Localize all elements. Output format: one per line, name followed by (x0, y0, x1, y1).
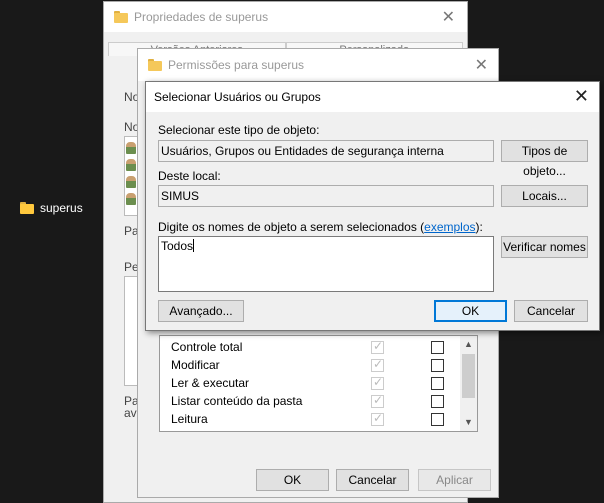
permissions-title: Permissões para superus (168, 58, 305, 72)
props-users-list[interactable] (124, 136, 138, 216)
select-users-dialog: Selecionar Usuários ou Grupos ✕ Selecion… (145, 81, 600, 331)
ok-button[interactable]: OK (256, 469, 329, 491)
permission-name: Modificar (171, 358, 220, 372)
location-label: Deste local: (158, 169, 221, 183)
permissions-titlebar[interactable]: Permissões para superus (138, 49, 498, 81)
allow-checkbox[interactable] (371, 429, 384, 431)
location-field: SIMUS (158, 185, 494, 207)
allow-checkbox[interactable] (371, 375, 384, 390)
close-icon[interactable]: ✕ (475, 55, 488, 75)
user-icon (126, 142, 136, 154)
locations-button[interactable]: Locais... (501, 185, 588, 207)
permission-row: Controle total (160, 338, 462, 356)
folder-icon (114, 11, 128, 23)
permissions-scrollbar[interactable]: ▲ ▼ (460, 336, 477, 431)
names-label: Digite os nomes de objeto a serem seleci… (158, 220, 483, 234)
permission-name: Ler & executar (171, 376, 250, 390)
ok-button[interactable]: OK (434, 300, 507, 322)
object-type-field: Usuários, Grupos ou Entidades de seguran… (158, 140, 494, 162)
user-icon (126, 193, 136, 205)
dialog-titlebar[interactable]: Selecionar Usuários ou Grupos (146, 82, 599, 112)
object-names-input[interactable]: Todos (158, 236, 494, 292)
check-names-button[interactable]: Verificar nomes (501, 236, 588, 258)
deny-checkbox[interactable] (431, 376, 444, 390)
user-icon (126, 176, 136, 188)
chevron-down-icon[interactable]: ▼ (460, 414, 477, 431)
close-icon[interactable]: ✕ (442, 7, 455, 27)
deny-checkbox[interactable] (431, 340, 444, 354)
allow-checkbox[interactable] (371, 357, 384, 372)
user-icon (126, 159, 136, 171)
dialog-title: Selecionar Usuários ou Grupos (154, 90, 321, 104)
allow-checkbox[interactable] (371, 393, 384, 408)
allow-checkbox[interactable] (371, 339, 384, 354)
props-permissions-list[interactable] (124, 276, 138, 386)
object-types-button[interactable]: Tipos de objeto... (501, 140, 588, 178)
folder-icon (20, 202, 34, 214)
allow-checkbox[interactable] (371, 411, 384, 426)
desktop-folder-label: superus (40, 201, 83, 215)
properties-title: Propriedades de superus (134, 10, 269, 24)
close-icon[interactable]: ✕ (574, 86, 589, 107)
permission-name: Controle total (171, 340, 243, 354)
examples-link[interactable]: exemplos (424, 220, 475, 234)
cancel-button[interactable]: Cancelar (336, 469, 409, 491)
chevron-up-icon[interactable]: ▲ (460, 336, 477, 353)
deny-checkbox[interactable] (431, 430, 444, 431)
permissions-table: Controle total Modificar Ler & executar … (159, 335, 478, 432)
scrollbar-thumb[interactable] (462, 354, 475, 398)
permission-row: Ler & executar (160, 374, 462, 392)
permission-row: Listar conteúdo da pasta (160, 392, 462, 410)
permission-row (160, 428, 462, 431)
apply-button[interactable]: Aplicar (418, 469, 491, 491)
deny-checkbox[interactable] (431, 394, 444, 408)
cancel-button[interactable]: Cancelar (514, 300, 588, 322)
folder-icon (148, 59, 162, 71)
permission-name: Leitura (171, 412, 208, 426)
advanced-button[interactable]: Avançado... (158, 300, 244, 322)
permission-name: Listar conteúdo da pasta (171, 394, 303, 408)
properties-titlebar[interactable]: Propriedades de superus (104, 2, 467, 32)
deny-checkbox[interactable] (431, 358, 444, 372)
permission-row: Leitura (160, 410, 462, 428)
deny-checkbox[interactable] (431, 412, 444, 426)
object-type-label: Selecionar este tipo de objeto: (158, 123, 320, 137)
desktop-folder-superus[interactable]: superus (20, 199, 110, 217)
permissions-buttons: OK Cancelar Aplicar (138, 469, 498, 491)
permission-row: Modificar (160, 356, 462, 374)
